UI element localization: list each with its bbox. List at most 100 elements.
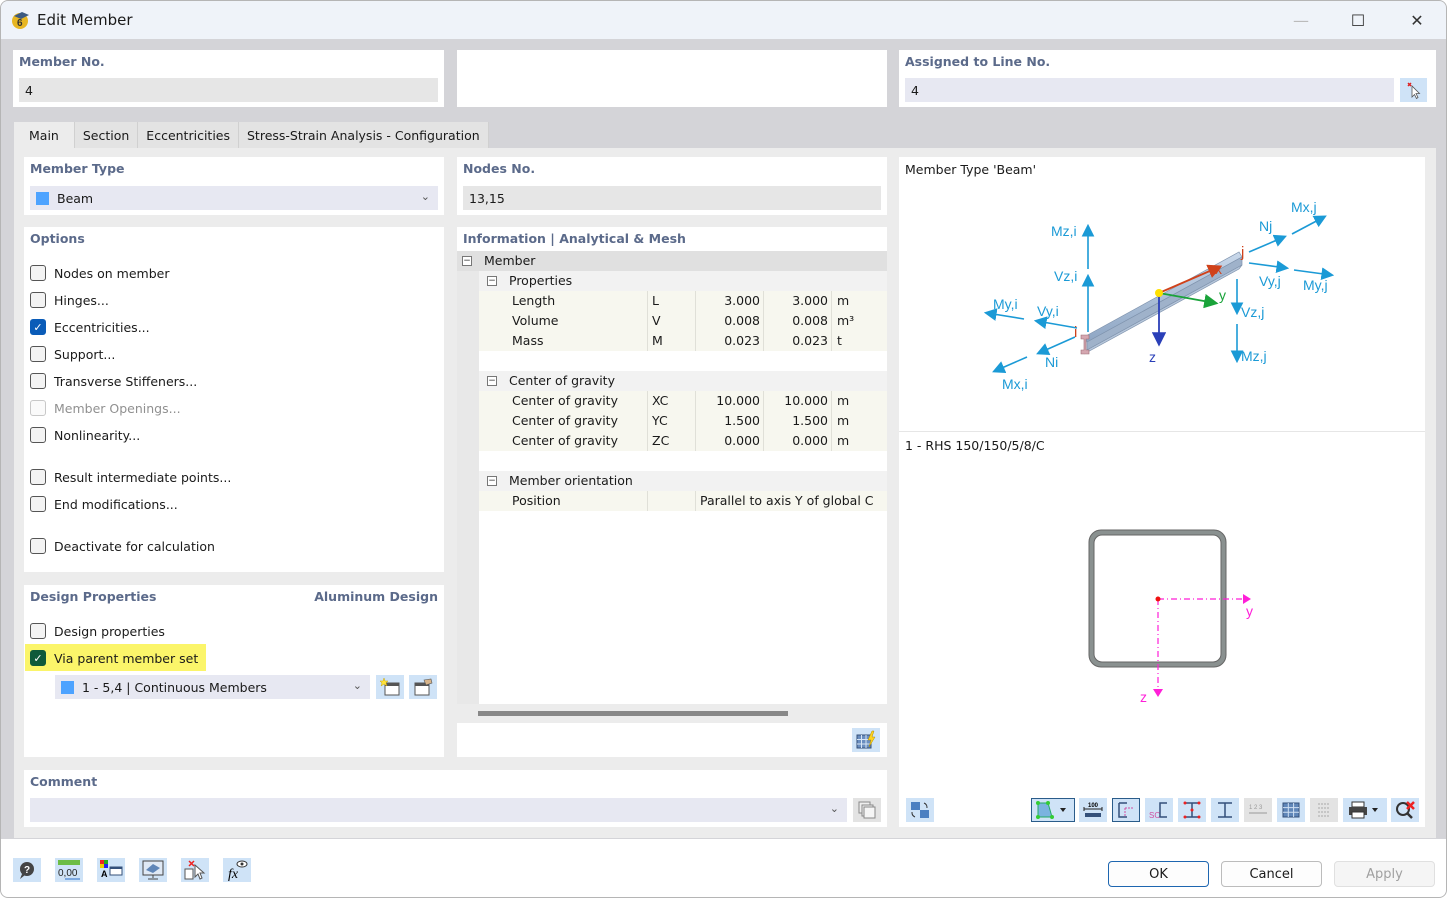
checkbox-box[interactable] (30, 346, 46, 362)
checkbox-box (30, 400, 46, 416)
collapse-icon[interactable]: − (462, 256, 472, 266)
app-icon: 6 (12, 12, 29, 29)
option-checkbox[interactable]: Result intermediate points... (30, 469, 231, 485)
nodes-field[interactable]: 13,15 (463, 186, 881, 210)
row-value-1: 0.023 (724, 333, 760, 348)
column-divider (763, 291, 764, 311)
checkbox-box[interactable]: ✓ (30, 650, 46, 666)
sections-list-button[interactable] (1310, 798, 1338, 822)
minimize-button[interactable]: — (1272, 1, 1330, 39)
preview-sync-button[interactable] (906, 798, 934, 822)
option-checkbox[interactable]: End modifications... (30, 496, 178, 512)
row-unit: t (837, 333, 842, 348)
delete-selection-button[interactable] (181, 858, 209, 882)
ok-button[interactable]: OK (1108, 861, 1209, 887)
checkbox-box[interactable] (30, 427, 46, 443)
refresh-view-icon (911, 802, 929, 818)
nodes-label: Nodes No. (463, 161, 536, 176)
row-name: Length (512, 293, 556, 308)
edit-member-set-button[interactable] (409, 675, 437, 699)
option-checkbox[interactable]: ✓ Eccentricities... (30, 319, 150, 335)
new-member-set-button[interactable] (376, 675, 404, 699)
maximize-button[interactable]: ☐ (1329, 1, 1387, 39)
option-checkbox[interactable]: Nodes on member (30, 265, 169, 281)
comment-library-button[interactable] (853, 798, 881, 822)
checkbox-box[interactable] (30, 292, 46, 308)
row-value-2: 3.000 (792, 293, 828, 308)
view-button[interactable] (139, 858, 167, 882)
section-outline-button[interactable] (1211, 798, 1239, 822)
reset-zoom-button[interactable] (1391, 798, 1419, 822)
row-value-1: 0.008 (724, 313, 760, 328)
checkbox-box[interactable]: ✓ (30, 319, 46, 335)
option-checkbox[interactable]: Transverse Stiffeners... (30, 373, 197, 389)
parent-member-set-select[interactable]: 1 - 5,4 | Continuous Members ⌄ (55, 675, 370, 699)
design-properties-checkbox[interactable]: Design properties (30, 623, 165, 639)
tree-group-row[interactable]: − Properties (479, 271, 887, 291)
checkbox-box[interactable] (30, 538, 46, 554)
collapse-icon[interactable]: − (487, 276, 497, 286)
checkbox-box[interactable] (30, 265, 46, 281)
numbering-button[interactable]: 1 2 3 (1244, 798, 1272, 822)
cancel-button[interactable]: Cancel (1221, 861, 1322, 887)
label-node-i: i (1074, 324, 1077, 341)
units-button[interactable]: 0,00 (55, 858, 83, 882)
checkbox-box[interactable] (30, 496, 46, 512)
option-checkbox[interactable]: Nonlinearity... (30, 427, 140, 443)
option-checkbox[interactable]: Deactivate for calculation (30, 538, 215, 554)
member-no-field[interactable]: 4 (19, 78, 438, 102)
label-z: z (1149, 349, 1156, 365)
shape-polygon-icon (1036, 801, 1066, 819)
checkbox-box[interactable] (30, 469, 46, 485)
option-checkbox[interactable]: Support... (30, 346, 115, 362)
help-button[interactable]: ? (13, 858, 41, 882)
checkbox-box[interactable] (30, 373, 46, 389)
table-button[interactable] (1277, 798, 1305, 822)
checkbox-label: Eccentricities... (54, 319, 150, 335)
formula-button[interactable]: fx (223, 858, 251, 882)
tree-group-row[interactable]: − Center of gravity (479, 371, 887, 391)
axes-button[interactable] (1112, 798, 1140, 822)
horizontal-scrollbar[interactable] (457, 704, 887, 722)
pick-line-button[interactable] (1400, 78, 1427, 102)
display-mode-button[interactable] (1031, 798, 1075, 822)
checkbox-label: Transverse Stiffeners... (54, 373, 198, 389)
print-button[interactable] (1343, 798, 1387, 822)
option-checkbox[interactable]: Hinges... (30, 292, 109, 308)
checkbox-box[interactable] (30, 623, 46, 639)
column-divider (831, 411, 832, 431)
tab-stress-strain[interactable]: Stress-Strain Analysis - Configuration (239, 122, 489, 148)
tab-section[interactable]: Section (74, 122, 139, 148)
close-button[interactable]: ✕ (1388, 1, 1446, 39)
row-value-1: 1.500 (724, 413, 760, 428)
tree-root-row[interactable]: − Member (457, 251, 887, 271)
row-value: Parallel to axis Y of global C (700, 493, 874, 508)
option-checkbox: Member Openings... (30, 400, 181, 416)
row-value-2: 0.023 (792, 333, 828, 348)
dimensions-button[interactable]: 100 (1079, 798, 1107, 822)
collapse-icon[interactable]: − (487, 476, 497, 486)
tab-bar: Main Section Eccentricities Stress-Strai… (14, 122, 489, 148)
apply-button[interactable]: Apply (1334, 861, 1435, 887)
mesh-refresh-button[interactable] (852, 728, 880, 752)
shear-center-button[interactable]: SC (1145, 798, 1173, 822)
member-type-select[interactable]: Beam ⌄ (30, 186, 438, 210)
dimension-icon: 100 (1083, 803, 1103, 817)
display-properties-button[interactable]: A (97, 858, 125, 882)
edit-member-dialog: 6 Edit Member — ☐ ✕ Member No. 4 Assigne… (0, 0, 1447, 898)
chevron-down-icon: ⌄ (420, 190, 430, 203)
assigned-line-field[interactable]: 4 (905, 78, 1394, 102)
collapse-icon[interactable]: − (487, 376, 497, 386)
tree-group-row[interactable]: − Member orientation (479, 471, 887, 491)
scrollbar-thumb[interactable] (478, 711, 788, 716)
column-divider (763, 311, 764, 331)
comment-input[interactable]: ⌄ (30, 798, 847, 822)
tab-main[interactable]: Main (14, 122, 75, 148)
nodes-panel: Nodes No. 13,15 (457, 157, 887, 215)
tree-row: Volume V 0.008 0.008 m³ (479, 311, 887, 331)
comment-label: Comment (30, 774, 98, 789)
via-parent-checkbox[interactable]: ✓ Via parent member set (30, 650, 198, 666)
tab-eccentricities[interactable]: Eccentricities (138, 122, 239, 148)
stress-points-button[interactable] (1178, 798, 1206, 822)
label-x: x (1215, 261, 1222, 277)
